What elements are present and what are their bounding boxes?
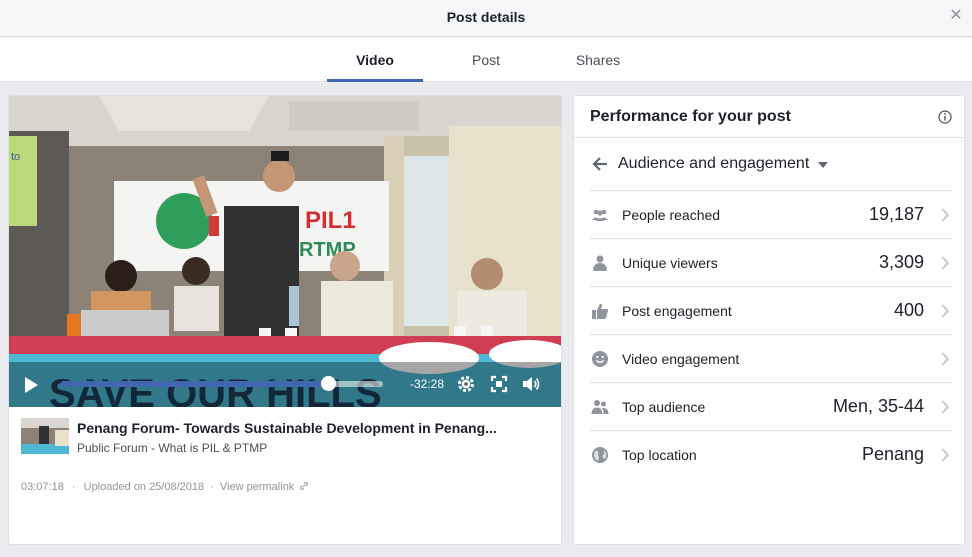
video-thumbnail[interactable]: [21, 418, 69, 454]
modal-title: Post details: [446, 9, 526, 25]
metric-label: Unique viewers: [622, 255, 718, 271]
metric-top-audience[interactable]: Top audience Men, 35-44: [590, 382, 952, 430]
metric-value: Men, 35-44: [832, 396, 924, 416]
metric-label: Post engagement: [622, 303, 732, 319]
smiley-icon: [592, 351, 608, 367]
back-arrow-icon[interactable]: [592, 157, 608, 171]
chevron-right-icon: [941, 256, 950, 270]
video-subtitle: Public Forum - What is PIL & PTMP: [77, 441, 268, 455]
performance-title: Performance for your post: [590, 108, 791, 125]
chevron-right-icon: [941, 448, 950, 462]
chevron-right-icon: [941, 208, 950, 222]
metric-video-engagement[interactable]: Video engagement: [590, 334, 952, 382]
progress-fill: [61, 381, 328, 387]
tab-video[interactable]: Video: [327, 38, 423, 82]
separator-dot: ·: [71, 481, 76, 493]
metric-label: Video engagement: [622, 351, 740, 367]
volume-icon[interactable]: [521, 374, 541, 394]
metric-unique-viewers[interactable]: Unique viewers 3,309: [590, 238, 952, 286]
metric-people-reached[interactable]: People reached 19,187: [590, 190, 952, 238]
banner-text-left: PIL1: [305, 207, 356, 234]
people-icon: [591, 400, 609, 414]
person-icon: [593, 255, 607, 271]
gear-icon[interactable]: [456, 374, 476, 394]
tab-post[interactable]: Post: [438, 38, 534, 82]
metric-post-engagement[interactable]: Post engagement 400: [590, 286, 952, 334]
metric-label: Top audience: [622, 399, 706, 415]
tab-shares[interactable]: Shares: [550, 38, 646, 82]
video-slide-text: to: [11, 151, 20, 163]
divider: [574, 137, 964, 138]
people-icon: [592, 209, 608, 221]
thumbs-up-icon: [592, 303, 609, 319]
video-duration: 03:07:18: [21, 481, 64, 493]
video-meta: Penang Forum- Towards Sustainable Develo…: [21, 418, 551, 458]
separator-dot: ·: [210, 481, 214, 493]
modal-header: Post details ✕: [0, 0, 972, 37]
view-permalink-link[interactable]: View permalink: [220, 481, 309, 493]
fullscreen-icon[interactable]: [489, 374, 509, 394]
progress-knob[interactable]: [321, 376, 336, 391]
caret-down-icon: [818, 162, 828, 168]
video-player[interactable]: to PIL1 RTMP SAVE OUR HILLS -32:28: [9, 96, 561, 407]
chevron-right-icon: [941, 400, 950, 414]
upload-info: 03:07:18 · Uploaded on 25/08/2018 · View…: [21, 481, 309, 493]
metric-top-location[interactable]: Top location Penang: [590, 430, 952, 478]
video-frame: to PIL1 RTMP SAVE OUR HILLS: [9, 96, 561, 407]
permalink-label: View permalink: [219, 481, 295, 493]
tab-bar: Video Post Shares: [0, 38, 972, 82]
chevron-right-icon: [941, 352, 950, 366]
video-title[interactable]: Penang Forum- Towards Sustainable Develo…: [77, 420, 497, 436]
metric-value: 19,187: [868, 204, 924, 224]
video-card: to PIL1 RTMP SAVE OUR HILLS -32:28 Penan…: [8, 95, 562, 545]
audience-engagement-dropdown[interactable]: Audience and engagement: [590, 146, 950, 186]
time-remaining: -32:28: [410, 377, 445, 391]
link-icon: [300, 482, 309, 490]
metric-label: People reached: [622, 207, 721, 223]
metric-value: Penang: [861, 444, 924, 464]
metric-value: 400: [893, 300, 924, 320]
dropdown-label: Audience and engagement: [618, 155, 810, 172]
chevron-right-icon: [941, 304, 950, 318]
play-icon[interactable]: [23, 376, 39, 394]
metric-value: 3,309: [878, 252, 924, 272]
info-icon[interactable]: [938, 110, 952, 124]
metric-label: Top location: [622, 447, 697, 463]
globe-icon: [592, 447, 608, 463]
close-icon[interactable]: ✕: [948, 8, 964, 24]
upload-date: Uploaded on 25/08/2018: [83, 481, 205, 493]
performance-card: Performance for your post Audience and e…: [573, 95, 965, 545]
